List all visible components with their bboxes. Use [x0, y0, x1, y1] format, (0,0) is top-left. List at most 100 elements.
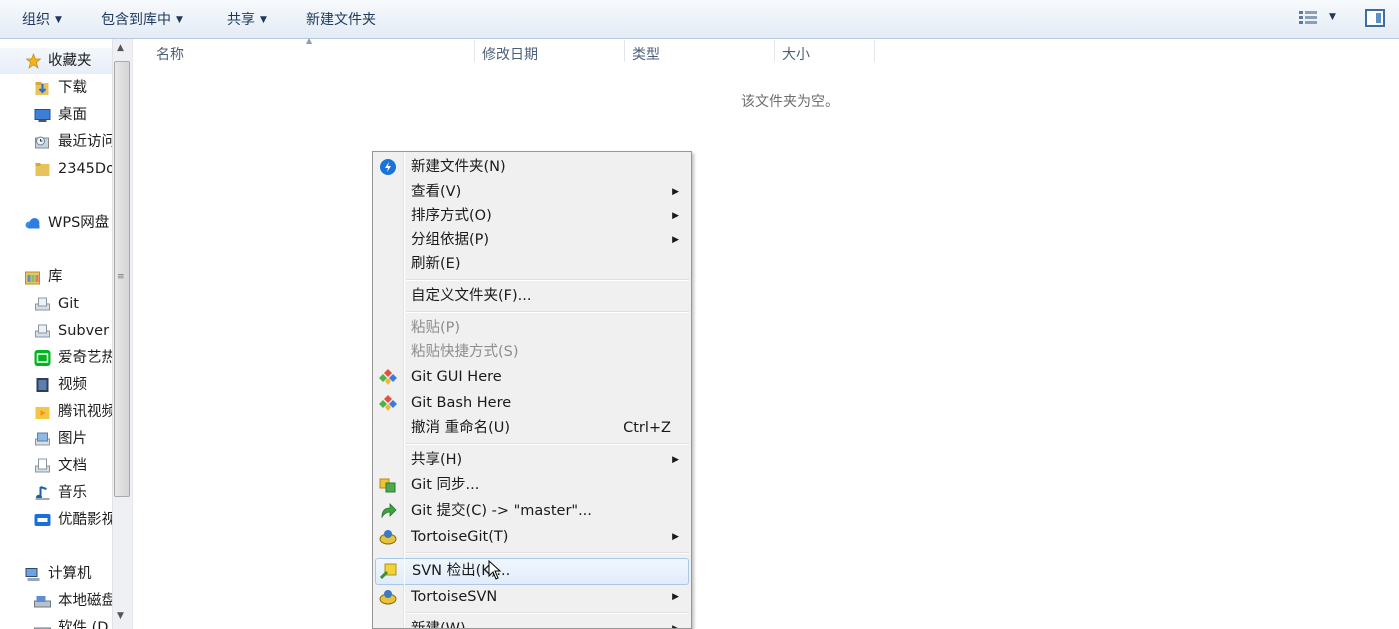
share-button[interactable]: 共享 ▼ — [227, 10, 267, 30]
git-commit-icon — [381, 503, 397, 519]
chevron-down-icon: ▼ — [55, 15, 62, 25]
nav-item-downloads[interactable]: 下载 — [0, 75, 112, 101]
nav-item-git[interactable]: Git — [0, 291, 112, 317]
menu-item-git-sync[interactable]: Git 同步... — [375, 473, 689, 497]
nav-item-wps[interactable]: WPS网盘 — [0, 210, 112, 236]
submenu-arrow-icon: ▶ — [672, 235, 679, 245]
drive-icon — [34, 596, 51, 608]
recent-places-icon — [35, 136, 49, 149]
video-library-icon — [36, 378, 49, 392]
git-sync-icon — [379, 478, 396, 493]
tencent-video-icon — [35, 407, 50, 419]
nav-item-local-disk[interactable]: 本地磁盘 — [0, 588, 112, 614]
menu-item-sort-by[interactable]: 排序方式(O) ▶ — [375, 204, 689, 228]
menu-item-new[interactable]: 新建(W) ▶ — [375, 617, 689, 629]
new-folder-button[interactable]: 新建文件夹 — [306, 10, 376, 30]
sort-indicator-icon: ▲ — [306, 36, 313, 45]
mouse-cursor-icon — [488, 560, 502, 580]
nav-item-software-disk[interactable]: 软件 (D — [0, 615, 112, 629]
column-header-type[interactable]: 类型 — [632, 39, 660, 63]
menu-item-git-commit[interactable]: Git 提交(C) -> "master"... — [375, 499, 689, 523]
library-icon — [25, 271, 40, 285]
menu-item-new-folder[interactable]: 新建文件夹(N) — [375, 155, 689, 179]
navigation-pane: 收藏夹 下载 桌面 最近访问 2345Do WPS网盘 库 Git Subver… — [0, 39, 112, 629]
submenu-arrow-icon: ▶ — [672, 592, 679, 602]
pane-divider — [132, 39, 133, 629]
picture-library-icon — [35, 432, 50, 446]
nav-item-favorites[interactable]: 收藏夹 — [0, 48, 112, 74]
empty-folder-message: 该文件夹为空。 — [741, 94, 839, 110]
column-header-name[interactable]: 名称 — [156, 39, 184, 63]
git-bash-icon — [379, 395, 397, 411]
organize-button[interactable]: 组织 ▼ — [22, 10, 62, 30]
menu-separator — [406, 443, 689, 445]
column-divider[interactable] — [474, 40, 475, 62]
cloud-icon — [25, 218, 40, 229]
nav-item-recent[interactable]: 最近访问 — [0, 129, 112, 155]
column-divider[interactable] — [624, 40, 625, 62]
menu-item-paste-shortcut[interactable]: 粘贴快捷方式(S) — [375, 340, 689, 364]
nav-item-videos[interactable]: 视频 — [0, 372, 112, 398]
scrollbar-grip-icon: ≡ — [117, 272, 125, 282]
menu-separator — [406, 612, 689, 614]
menu-item-tortoisegit[interactable]: TortoiseGit(T) ▶ — [375, 525, 689, 549]
scroll-down-arrow-icon[interactable]: ▼ — [117, 611, 124, 621]
nav-item-pictures[interactable]: 图片 — [0, 426, 112, 452]
menu-item-git-gui[interactable]: Git GUI Here — [375, 365, 689, 389]
submenu-arrow-icon: ▶ — [672, 187, 679, 197]
tortoisesvn-icon — [379, 590, 397, 605]
downloads-folder-icon — [35, 82, 49, 95]
submenu-arrow-icon: ▶ — [672, 211, 679, 221]
nav-item-documents[interactable]: 文档 — [0, 453, 112, 479]
context-menu: 新建文件夹(N) 查看(V) ▶ 排序方式(O) ▶ 分组依据(P) ▶ 刷新(… — [372, 151, 692, 629]
nav-item-2345[interactable]: 2345Do — [0, 156, 112, 182]
star-icon — [25, 53, 42, 69]
menu-item-view[interactable]: 查看(V) ▶ — [375, 180, 689, 204]
nav-item-subversion[interactable]: Subver — [0, 318, 112, 344]
svn-checkout-icon — [380, 563, 397, 579]
nav-item-tencent-video[interactable]: 腾讯视频 — [0, 399, 112, 425]
view-options-chevron-icon[interactable]: ▼ — [1329, 12, 1336, 22]
document-library-icon — [35, 458, 50, 473]
chevron-down-icon: ▼ — [176, 15, 183, 25]
command-bar: 组织 ▼ 包含到库中 ▼ 共享 ▼ 新建文件夹 ▼ — [0, 0, 1399, 39]
nav-item-youku[interactable]: 优酷影视 — [0, 507, 112, 533]
column-divider[interactable] — [774, 40, 775, 62]
menu-item-customize-folder[interactable]: 自定义文件夹(F)... — [375, 284, 689, 308]
drive-icon — [34, 627, 51, 629]
include-in-library-button[interactable]: 包含到库中 ▼ — [101, 10, 183, 30]
menu-item-group-by[interactable]: 分组依据(P) ▶ — [375, 228, 689, 252]
music-library-icon — [35, 486, 50, 500]
change-view-icon[interactable] — [1299, 11, 1317, 25]
menu-item-paste[interactable]: 粘贴(P) — [375, 316, 689, 340]
tortoisegit-icon — [379, 530, 397, 545]
computer-icon — [25, 568, 40, 581]
iqiyi-icon — [34, 350, 51, 366]
nav-item-libraries[interactable]: 库 — [0, 264, 112, 290]
submenu-arrow-icon: ▶ — [672, 624, 679, 629]
menu-item-svn-checkout[interactable]: SVN 检出(K)... — [375, 558, 689, 585]
menu-item-tortoisesvn[interactable]: TortoiseSVN ▶ — [375, 585, 689, 609]
navigation-scrollbar[interactable]: ▲ ≡ ▼ — [112, 39, 132, 629]
scroll-up-arrow-icon[interactable]: ▲ — [117, 43, 124, 53]
column-header-size[interactable]: 大小 — [782, 39, 810, 63]
menu-item-undo-rename[interactable]: 撤消 重命名(U) Ctrl+Z — [375, 416, 689, 440]
git-gui-icon — [379, 369, 397, 385]
submenu-arrow-icon: ▶ — [672, 455, 679, 465]
menu-item-refresh[interactable]: 刷新(E) — [375, 252, 689, 276]
preview-pane-icon[interactable] — [1365, 9, 1385, 27]
column-divider[interactable] — [874, 40, 875, 62]
menu-separator — [406, 552, 689, 554]
menu-separator — [406, 311, 689, 313]
folder-icon — [35, 163, 50, 176]
menu-item-git-bash[interactable]: Git Bash Here — [375, 391, 689, 415]
nav-item-desktop[interactable]: 桌面 — [0, 102, 112, 128]
desktop-icon — [34, 109, 51, 122]
chevron-down-icon: ▼ — [260, 15, 267, 25]
nav-item-computer[interactable]: 计算机 — [0, 561, 112, 587]
column-header-modified[interactable]: 修改日期 — [482, 39, 538, 63]
submenu-arrow-icon: ▶ — [672, 532, 679, 542]
nav-item-music[interactable]: 音乐 — [0, 480, 112, 506]
menu-item-share[interactable]: 共享(H) ▶ — [375, 448, 689, 472]
nav-item-iqiyi[interactable]: 爱奇艺热 — [0, 345, 112, 371]
